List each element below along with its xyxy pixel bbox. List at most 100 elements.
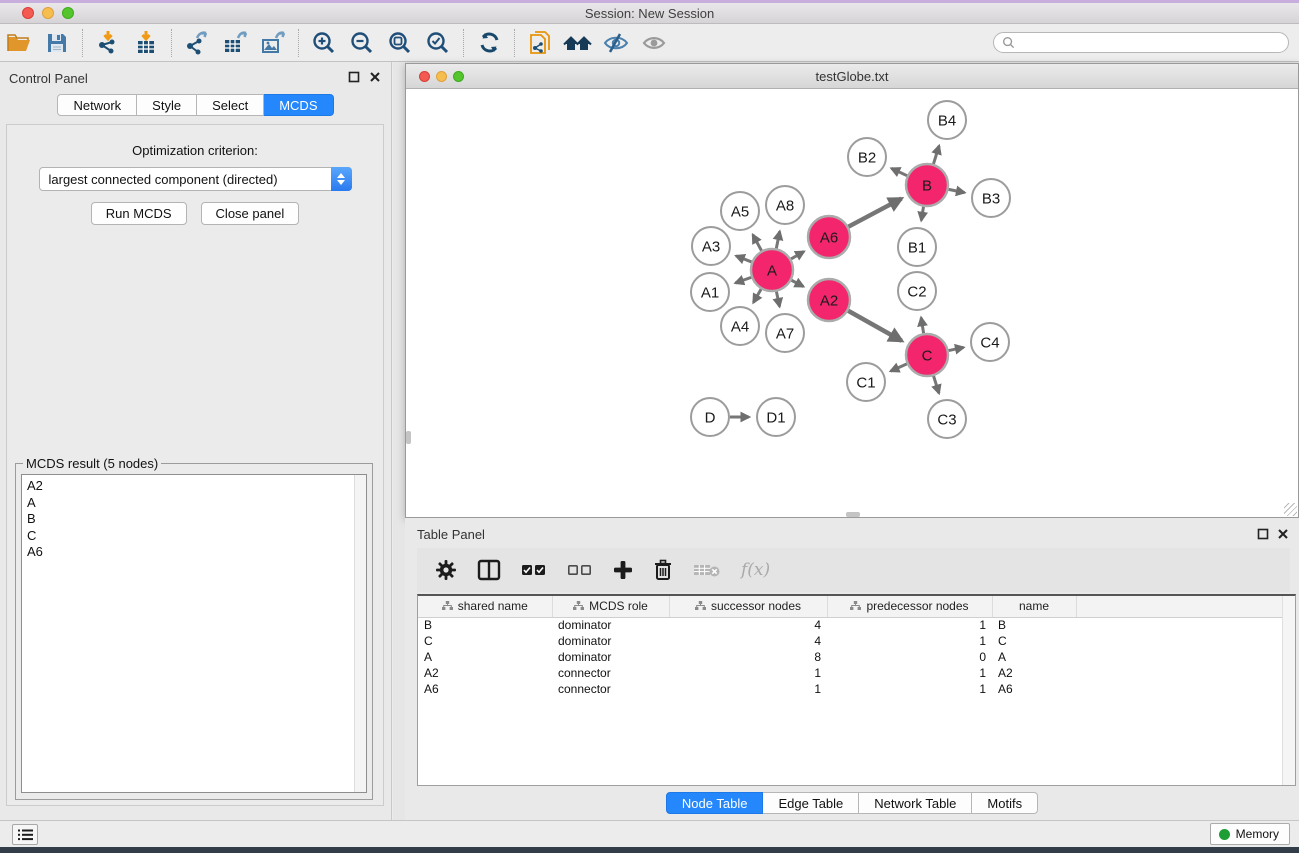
table-cell[interactable]: connector <box>552 665 669 681</box>
graph-edge-B-B1[interactable] <box>921 207 923 221</box>
graph-node-C3[interactable]: C3 <box>928 400 966 438</box>
graph-node-A1[interactable]: A1 <box>691 273 729 311</box>
zoom-in-button[interactable] <box>305 27 343 59</box>
network-graph[interactable]: B4B2BB3B1A5A8A6A3AA1C2A2A4A7C4CC1C3DD1 <box>406 89 1298 517</box>
zoom-out-button[interactable] <box>343 27 381 59</box>
table-cell[interactable] <box>1076 633 1295 649</box>
window-resize-grip[interactable] <box>1284 503 1297 516</box>
table-row[interactable]: Bdominator41B <box>418 617 1295 633</box>
show-eye-button[interactable] <box>635 27 673 59</box>
graph-node-B1[interactable]: B1 <box>898 228 936 266</box>
table-cell[interactable] <box>1076 681 1295 697</box>
graph-edge-C-C2[interactable] <box>921 318 923 334</box>
tab-mcds[interactable]: MCDS <box>264 94 333 116</box>
memory-button[interactable]: Memory <box>1210 823 1290 845</box>
table-row[interactable]: A2connector11A2 <box>418 665 1295 681</box>
optimization-criterion-dropdown[interactable]: largest connected component (directed) <box>39 167 352 191</box>
network-canvas[interactable]: B4B2BB3B1A5A8A6A3AA1C2A2A4A7C4CC1C3DD1 <box>406 89 1298 517</box>
close-panel-icon[interactable] <box>369 71 381 83</box>
mcds-result-item[interactable]: A6 <box>27 544 366 561</box>
graph-node-A4[interactable]: A4 <box>721 307 759 345</box>
graph-edge-C-C3[interactable] <box>934 376 939 393</box>
export-image-button[interactable] <box>254 27 292 59</box>
table-cell[interactable]: 4 <box>669 633 827 649</box>
run-mcds-button[interactable]: Run MCDS <box>91 202 187 225</box>
graph-edge-A-A5[interactable] <box>753 235 762 251</box>
table-cell[interactable]: A2 <box>992 665 1076 681</box>
hide-panel-button[interactable] <box>597 27 635 59</box>
float-table-panel-icon[interactable] <box>1257 528 1269 540</box>
table-cell[interactable]: dominator <box>552 649 669 665</box>
graph-edge-B-B2[interactable] <box>891 168 907 175</box>
mcds-result-list[interactable]: A2ABCA6 <box>21 474 367 793</box>
graph-edge-C-C1[interactable] <box>891 364 907 371</box>
table-cell[interactable]: A6 <box>992 681 1076 697</box>
tab-edge-table[interactable]: Edge Table <box>763 792 859 814</box>
export-network-button[interactable] <box>178 27 216 59</box>
table-settings-button[interactable] <box>435 559 457 581</box>
graph-node-C1[interactable]: C1 <box>847 363 885 401</box>
graph-edge-A-A2[interactable] <box>791 280 803 286</box>
zoom-selected-button[interactable] <box>419 27 457 59</box>
table-cell[interactable]: 0 <box>827 649 992 665</box>
column-header-predecessor-nodes[interactable]: predecessor nodes <box>827 596 992 617</box>
canvas-vertical-scrollbar[interactable] <box>406 431 411 444</box>
graph-edge-C-C4[interactable] <box>949 347 964 350</box>
graph-edge-B-B4[interactable] <box>933 146 939 164</box>
table-cell[interactable]: C <box>992 633 1076 649</box>
zoom-fit-button[interactable] <box>381 27 419 59</box>
network-window-titlebar[interactable]: testGlobe.txt <box>406 64 1298 89</box>
table-cell[interactable] <box>1076 617 1295 633</box>
mcds-result-item[interactable]: B <box>27 511 366 528</box>
graph-node-A2[interactable]: A2 <box>808 279 850 321</box>
table-cell[interactable]: 1 <box>669 681 827 697</box>
graph-node-B3[interactable]: B3 <box>972 179 1010 217</box>
table-cell[interactable]: A <box>992 649 1076 665</box>
table-cell[interactable]: dominator <box>552 617 669 633</box>
tab-style[interactable]: Style <box>137 94 197 116</box>
tab-network[interactable]: Network <box>57 94 137 116</box>
graph-edge-A-A4[interactable] <box>753 289 761 302</box>
table-cell[interactable]: 1 <box>827 633 992 649</box>
tab-motifs[interactable]: Motifs <box>972 792 1038 814</box>
select-all-button[interactable] <box>521 563 547 577</box>
column-header-shared-name[interactable]: shared name <box>418 596 552 617</box>
graph-edge-A-A3[interactable] <box>736 256 751 262</box>
table-row[interactable]: Cdominator41C <box>418 633 1295 649</box>
mcds-result-item[interactable]: A2 <box>27 478 366 495</box>
search-input[interactable] <box>1020 36 1280 50</box>
table-cell[interactable]: C <box>418 633 552 649</box>
show-log-button[interactable] <box>12 824 38 845</box>
import-table-button[interactable] <box>127 27 165 59</box>
table-cell[interactable]: dominator <box>552 633 669 649</box>
table-cell[interactable] <box>1076 649 1295 665</box>
graph-edge-B-B3[interactable] <box>949 189 965 192</box>
graph-node-A6[interactable]: A6 <box>808 216 850 258</box>
graph-node-C2[interactable]: C2 <box>898 272 936 310</box>
table-cell[interactable]: connector <box>552 681 669 697</box>
graph-edge-A-A8[interactable] <box>776 231 779 248</box>
table-cell[interactable]: A2 <box>418 665 552 681</box>
table-scrollbar[interactable] <box>1282 596 1295 785</box>
table-cell[interactable]: 1 <box>827 617 992 633</box>
column-header-successor-nodes[interactable]: successor nodes <box>669 596 827 617</box>
add-column-button[interactable] <box>613 560 633 580</box>
graph-edge-A-A6[interactable] <box>791 252 804 259</box>
home-pages-button[interactable] <box>559 27 597 59</box>
graph-node-D1[interactable]: D1 <box>757 398 795 436</box>
tab-network-table[interactable]: Network Table <box>859 792 972 814</box>
graph-node-A5[interactable]: A5 <box>721 192 759 230</box>
graph-node-B2[interactable]: B2 <box>848 138 886 176</box>
close-panel-button[interactable]: Close panel <box>201 202 300 225</box>
column-header-name[interactable]: name <box>992 596 1076 617</box>
graph-node-B[interactable]: B <box>906 164 948 206</box>
graph-node-A3[interactable]: A3 <box>692 227 730 265</box>
canvas-horizontal-scrollbar[interactable] <box>846 512 860 517</box>
new-session-from-network-button[interactable] <box>521 27 559 59</box>
graph-node-A8[interactable]: A8 <box>766 186 804 224</box>
node-table[interactable]: shared name MCDS role successor nodes pr… <box>418 596 1295 697</box>
mcds-result-item[interactable]: A <box>27 495 366 512</box>
show-columns-button[interactable] <box>477 559 501 581</box>
float-panel-icon[interactable] <box>348 71 360 83</box>
table-cell[interactable] <box>1076 665 1295 681</box>
